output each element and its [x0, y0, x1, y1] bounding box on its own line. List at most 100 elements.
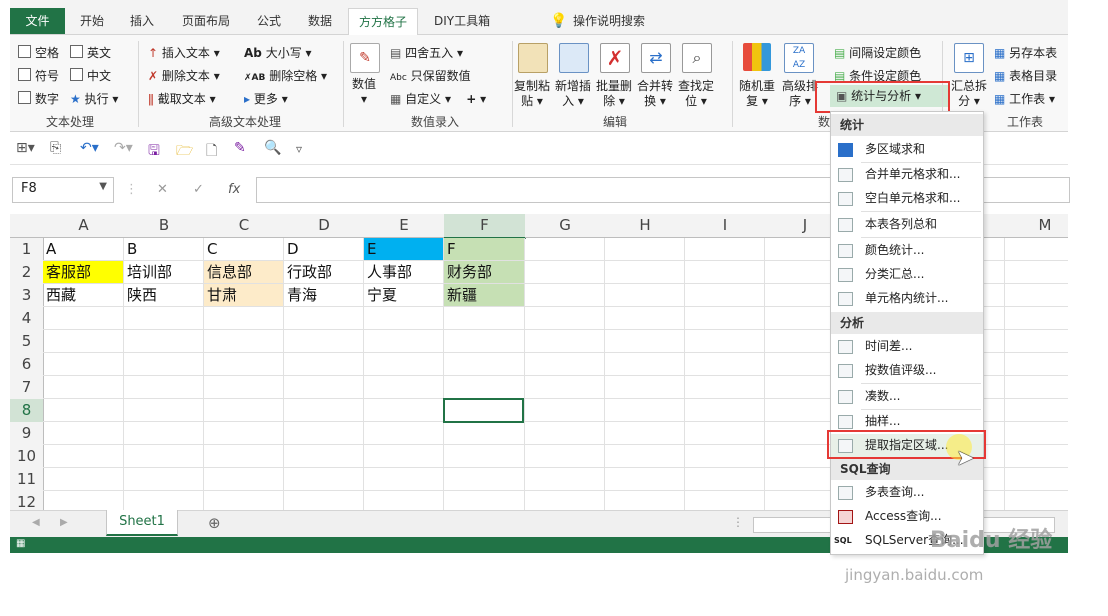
- cell[interactable]: [605, 399, 685, 422]
- cell[interactable]: [444, 468, 525, 491]
- row-header-1[interactable]: 1: [10, 238, 44, 262]
- column-header-g[interactable]: G: [525, 214, 606, 238]
- cell[interactable]: [525, 468, 605, 491]
- undo-icon[interactable]: ↶▾: [80, 140, 99, 156]
- cell[interactable]: [364, 307, 444, 330]
- cell[interactable]: [685, 491, 765, 510]
- cell[interactable]: [43, 445, 124, 468]
- batch-delete-button[interactable]: 批量删除 ▾: [593, 79, 635, 109]
- fx-icon[interactable]: fx: [228, 182, 240, 197]
- cell[interactable]: 信息部: [204, 261, 284, 284]
- cell[interactable]: 陕西: [124, 284, 204, 307]
- cell[interactable]: 客服部: [43, 261, 124, 284]
- menu-item-multi-region-sum[interactable]: 多区域求和: [831, 138, 983, 161]
- cell[interactable]: 西藏: [43, 284, 124, 307]
- add-sheet-icon[interactable]: ⊕: [208, 514, 221, 532]
- cell[interactable]: [525, 353, 605, 376]
- cell[interactable]: [1005, 491, 1068, 510]
- round-button[interactable]: ▤ 四舍五入 ▾: [390, 44, 463, 61]
- tell-me-search[interactable]: 操作说明搜索: [573, 8, 645, 34]
- column-header-i[interactable]: I: [685, 214, 766, 238]
- cell[interactable]: [284, 491, 364, 510]
- column-header-e[interactable]: E: [364, 214, 445, 238]
- tab-file[interactable]: 文件: [10, 8, 65, 34]
- tab-diy-toolbox[interactable]: DIY工具箱: [434, 8, 490, 34]
- cell[interactable]: [525, 491, 605, 510]
- cell[interactable]: [444, 376, 525, 399]
- tab-formulas[interactable]: 公式: [257, 8, 281, 34]
- cell[interactable]: [685, 261, 765, 284]
- cell[interactable]: [364, 353, 444, 376]
- row-header-8[interactable]: 8: [10, 399, 44, 423]
- checkbox-symbol[interactable]: 符号: [18, 67, 59, 84]
- cell[interactable]: [124, 422, 204, 445]
- column-header-c[interactable]: C: [204, 214, 285, 238]
- cell[interactable]: 青海: [284, 284, 364, 307]
- cell[interactable]: [685, 468, 765, 491]
- checkbox-box[interactable]: [70, 68, 83, 81]
- cell[interactable]: [685, 284, 765, 307]
- cell[interactable]: [1005, 307, 1068, 330]
- cell[interactable]: [605, 491, 685, 510]
- cell[interactable]: D: [284, 238, 364, 261]
- tab-fangfang[interactable]: 方方格子: [348, 8, 419, 35]
- worksheet-button[interactable]: ▦ 工作表 ▾: [994, 90, 1055, 107]
- cell[interactable]: [364, 399, 444, 422]
- cell[interactable]: [204, 445, 284, 468]
- chevron-down-icon[interactable]: ▼: [99, 181, 107, 192]
- cell[interactable]: [204, 422, 284, 445]
- cell[interactable]: [685, 376, 765, 399]
- cell[interactable]: [284, 330, 364, 353]
- prev-sheet-icon[interactable]: ◀: [32, 517, 40, 528]
- new-insert-button[interactable]: 新增插入 ▾: [552, 79, 594, 109]
- cut-text-button[interactable]: ǁ 截取文本 ▾: [148, 90, 216, 107]
- column-header-a[interactable]: A: [43, 214, 125, 238]
- menu-item-column-totals[interactable]: 本表各列总和: [831, 213, 983, 236]
- cell[interactable]: 培训部: [124, 261, 204, 284]
- insert-text-button[interactable]: ↑ 插入文本 ▾: [148, 44, 220, 61]
- cell[interactable]: [1005, 376, 1068, 399]
- cell[interactable]: [1005, 445, 1068, 468]
- row-header-6[interactable]: 6: [10, 353, 44, 377]
- cell[interactable]: [124, 307, 204, 330]
- row-header-9[interactable]: 9: [10, 422, 44, 446]
- cell[interactable]: [525, 445, 605, 468]
- checkbox-number[interactable]: 数字: [18, 90, 59, 107]
- cell[interactable]: [124, 353, 204, 376]
- menu-item-color-stats[interactable]: 颜色统计...: [831, 239, 983, 262]
- cell[interactable]: [444, 422, 525, 445]
- tab-page-layout[interactable]: 页面布局: [182, 8, 230, 34]
- cell[interactable]: [605, 261, 685, 284]
- cell[interactable]: [605, 284, 685, 307]
- cell[interactable]: [204, 376, 284, 399]
- cell[interactable]: 财务部: [444, 261, 525, 284]
- redo-icon[interactable]: ↷▾: [114, 140, 133, 156]
- cell[interactable]: [204, 307, 284, 330]
- checkbox-box[interactable]: [18, 45, 31, 58]
- cell[interactable]: 行政部: [284, 261, 364, 284]
- cell[interactable]: [284, 376, 364, 399]
- cell[interactable]: [525, 307, 605, 330]
- cell[interactable]: [685, 445, 765, 468]
- copy-icon[interactable]: ⎘: [50, 140, 61, 156]
- confirm-icon[interactable]: ✓: [193, 182, 204, 197]
- cell[interactable]: [43, 330, 124, 353]
- row-header-12[interactable]: 12: [10, 491, 44, 510]
- menu-item-make-up-number[interactable]: 凑数...: [831, 385, 983, 408]
- merge-convert-button[interactable]: 合并转换 ▾: [634, 79, 676, 109]
- row-header-3[interactable]: 3: [10, 284, 44, 308]
- name-box[interactable]: F8 ▼: [12, 177, 114, 203]
- active-cell-selection[interactable]: [443, 398, 524, 423]
- cell[interactable]: A: [43, 238, 124, 261]
- cell[interactable]: [1005, 353, 1068, 376]
- column-header-h[interactable]: H: [605, 214, 686, 238]
- cell[interactable]: [444, 445, 525, 468]
- row-header-11[interactable]: 11: [10, 468, 44, 492]
- menu-item-blank-cell-sum[interactable]: 空白单元格求和...: [831, 187, 983, 210]
- copy-paste-button[interactable]: 复制粘贴 ▾: [511, 79, 553, 109]
- cell[interactable]: [124, 445, 204, 468]
- cell[interactable]: [1005, 330, 1068, 353]
- cell[interactable]: [685, 238, 765, 261]
- cell[interactable]: [204, 353, 284, 376]
- cell[interactable]: [284, 422, 364, 445]
